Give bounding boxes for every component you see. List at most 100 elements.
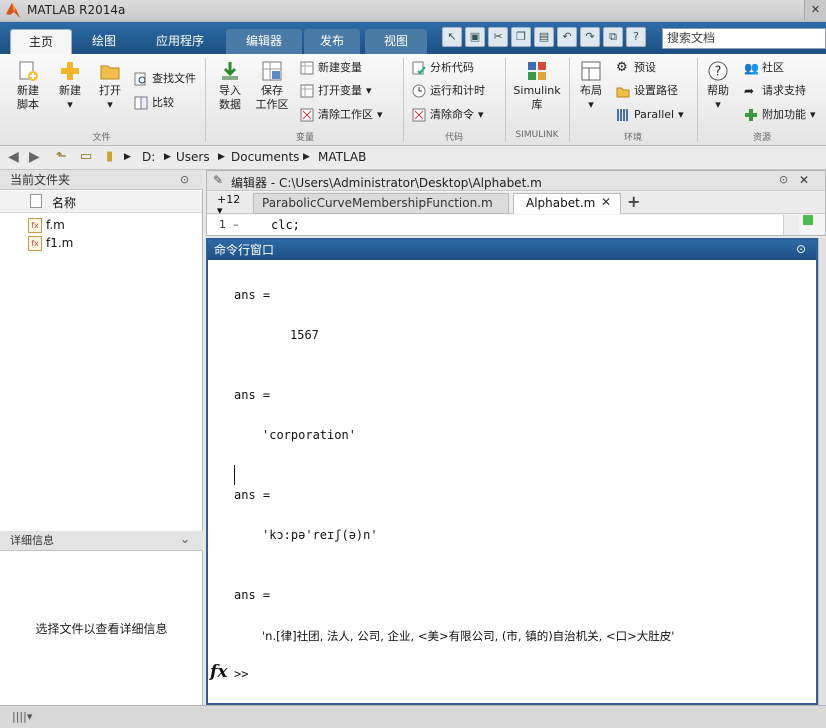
parallel-button[interactable]: Parallel ▾ bbox=[616, 106, 684, 124]
compare-button[interactable]: 比较 bbox=[134, 94, 174, 112]
request-support-button[interactable]: ➦ 请求支持 bbox=[744, 82, 806, 100]
group-label-simulink: SIMULINK bbox=[515, 130, 559, 140]
group-label-file: 文件 bbox=[92, 133, 111, 143]
add-tab-button[interactable]: + bbox=[627, 192, 640, 211]
command-window-header: 命令行窗口 bbox=[208, 240, 816, 260]
back-arrow-icon[interactable]: ◀ bbox=[8, 149, 19, 165]
tab-apps[interactable]: 应用程序 bbox=[142, 29, 218, 54]
run-and-time-button[interactable]: 运行和计时 bbox=[412, 82, 485, 100]
workspace-icon bbox=[262, 61, 282, 81]
title-bar: MATLAB R2014a ✕ bbox=[0, 0, 826, 22]
set-path-button[interactable]: 设置路径 bbox=[616, 82, 678, 100]
new-script-icon bbox=[19, 61, 38, 81]
chevron-down-icon: ▾ bbox=[67, 98, 73, 111]
editor-icon: ✎ bbox=[213, 173, 224, 187]
chevron-down-icon[interactable]: ⌄ bbox=[180, 532, 190, 546]
switch-windows-icon[interactable]: ⧉ bbox=[603, 27, 623, 47]
close-icon[interactable]: ✕ bbox=[804, 0, 826, 20]
undo-icon[interactable]: ↶ bbox=[557, 27, 577, 47]
breadcrumb-matlab[interactable]: MATLAB bbox=[318, 150, 366, 164]
new-variable-button[interactable]: 新建变量 bbox=[300, 59, 362, 77]
simulink-icon bbox=[528, 62, 546, 80]
breadcrumb-documents[interactable]: Documents bbox=[231, 150, 299, 164]
tab-plots[interactable]: 绘图 bbox=[78, 29, 130, 54]
new-script-button[interactable]: 新建 脚本 bbox=[8, 60, 48, 112]
panel-menu-icon[interactable]: ⊙ bbox=[180, 173, 189, 186]
redo-icon[interactable]: ↷ bbox=[580, 27, 600, 47]
import-icon bbox=[222, 62, 238, 80]
breadcrumb-drive[interactable]: D: bbox=[142, 150, 155, 164]
right-edge-scrollbar[interactable] bbox=[818, 238, 826, 705]
breadcrumb-separator: ▶ bbox=[124, 152, 131, 162]
support-icon: ➦ bbox=[744, 84, 755, 98]
up-folder-icon[interactable]: ⬑ bbox=[56, 149, 67, 164]
details-header: 详细信息 bbox=[0, 531, 203, 551]
close-icon[interactable]: ✕ bbox=[799, 173, 809, 187]
tab-editor[interactable]: 编辑器 bbox=[226, 29, 302, 54]
more-tabs-button[interactable]: +12 ▾ bbox=[217, 194, 240, 216]
cursor-icon[interactable]: ↖ bbox=[442, 27, 462, 47]
ans-value: 1567 bbox=[290, 328, 319, 342]
browse-folder-icon[interactable]: ▭ bbox=[80, 149, 92, 164]
tab-home[interactable]: 主页 bbox=[10, 29, 72, 54]
code-line[interactable]: 1 – clc; bbox=[207, 215, 783, 235]
editor-header: ✎ 编辑器 - C:\Users\Administrator\Desktop\A… bbox=[207, 171, 825, 191]
ans-label: ans = bbox=[234, 388, 271, 402]
function-browser-icon[interactable]: fx bbox=[210, 662, 227, 682]
new-button[interactable]: 新建 ▾ bbox=[52, 60, 88, 112]
tab-parabolic-curve[interactable]: ParabolicCurveMembershipFunction.m bbox=[253, 193, 509, 214]
breadcrumb-separator: ▶ bbox=[164, 152, 171, 162]
column-header[interactable]: 名称 bbox=[0, 191, 202, 213]
group-divider bbox=[205, 58, 206, 142]
breadcrumb-users[interactable]: Users bbox=[176, 150, 210, 164]
add-ons-button[interactable]: 附加功能 ▾ bbox=[744, 106, 816, 124]
current-folder-header: 当前文件夹 bbox=[0, 170, 203, 190]
chevron-down-icon: ▾ bbox=[107, 98, 113, 111]
breadcrumb-separator: ▶ bbox=[218, 152, 225, 162]
community-button[interactable]: 👥 社区 bbox=[744, 59, 784, 77]
copy-icon[interactable]: ❐ bbox=[511, 27, 531, 47]
import-data-button[interactable]: 导入 数据 bbox=[210, 60, 250, 112]
cut-icon[interactable]: ✂ bbox=[488, 27, 508, 47]
open-button[interactable]: 打开 ▾ bbox=[92, 60, 128, 112]
file-item[interactable]: fx f.m bbox=[28, 216, 65, 234]
svg-text:?: ? bbox=[715, 65, 722, 80]
matlab-logo-icon bbox=[6, 3, 20, 18]
line-marker: – bbox=[233, 218, 239, 231]
find-files-button[interactable]: 查找文件 bbox=[134, 70, 196, 88]
ans-label: ans = bbox=[234, 488, 271, 502]
close-tab-icon[interactable]: ✕ bbox=[601, 195, 611, 209]
tab-publish[interactable]: 发布 bbox=[304, 29, 360, 54]
breadcrumb-separator: ▶ bbox=[303, 152, 310, 162]
clear-workspace-button[interactable]: 清除工作区 ▾ bbox=[300, 106, 383, 124]
panel-menu-icon[interactable]: ⊙ bbox=[796, 242, 806, 256]
save-workspace-button[interactable]: 保存 工作区 bbox=[252, 60, 292, 112]
open-variable-button[interactable]: 打开变量 ▾ bbox=[300, 82, 372, 100]
file-item[interactable]: fx f1.m bbox=[28, 234, 73, 252]
window-title: MATLAB R2014a bbox=[27, 3, 126, 17]
chevron-down-icon: ▾ bbox=[366, 84, 372, 97]
command-window[interactable]: 命令行窗口 ⊙ ans = 1567 ans = 'corporation' a… bbox=[206, 238, 818, 705]
ans-label: ans = bbox=[234, 288, 271, 302]
tab-view[interactable]: 视图 bbox=[365, 29, 427, 54]
search-documentation-input[interactable]: 搜索文档 bbox=[662, 28, 826, 49]
command-prompt[interactable]: >> bbox=[234, 667, 248, 681]
save-icon[interactable]: ▣ bbox=[465, 27, 485, 47]
line-number: 1 bbox=[219, 218, 226, 231]
editor-scrollbar[interactable] bbox=[783, 215, 799, 235]
clear-commands-button[interactable]: 清除命令 ▾ bbox=[412, 106, 484, 124]
ans-value: 'n.[律]社团, 法人, 公司, 企业, <美>有限公司, (市, 镇的)自治… bbox=[262, 629, 675, 643]
chevron-down-icon: ▾ bbox=[678, 108, 684, 121]
preferences-button[interactable]: ⚙ 预设 bbox=[616, 59, 656, 77]
help-button[interactable]: ? 帮助 ▾ bbox=[702, 60, 734, 112]
paste-icon[interactable]: ▤ bbox=[534, 27, 554, 47]
simulink-library-button[interactable]: Simulink 库 bbox=[510, 60, 564, 112]
analyze-code-button[interactable]: 分析代码 bbox=[412, 59, 474, 77]
status-grip-icon[interactable]: ||||▾ bbox=[12, 710, 32, 723]
folder-icon: ▮ bbox=[106, 149, 114, 164]
panel-menu-icon[interactable]: ⊙ bbox=[779, 173, 788, 186]
forward-arrow-icon[interactable]: ▶ bbox=[29, 149, 40, 165]
help-icon[interactable]: ? bbox=[626, 27, 646, 47]
new-variable-icon bbox=[300, 61, 314, 75]
layout-button[interactable]: 布局 ▾ bbox=[574, 60, 608, 112]
